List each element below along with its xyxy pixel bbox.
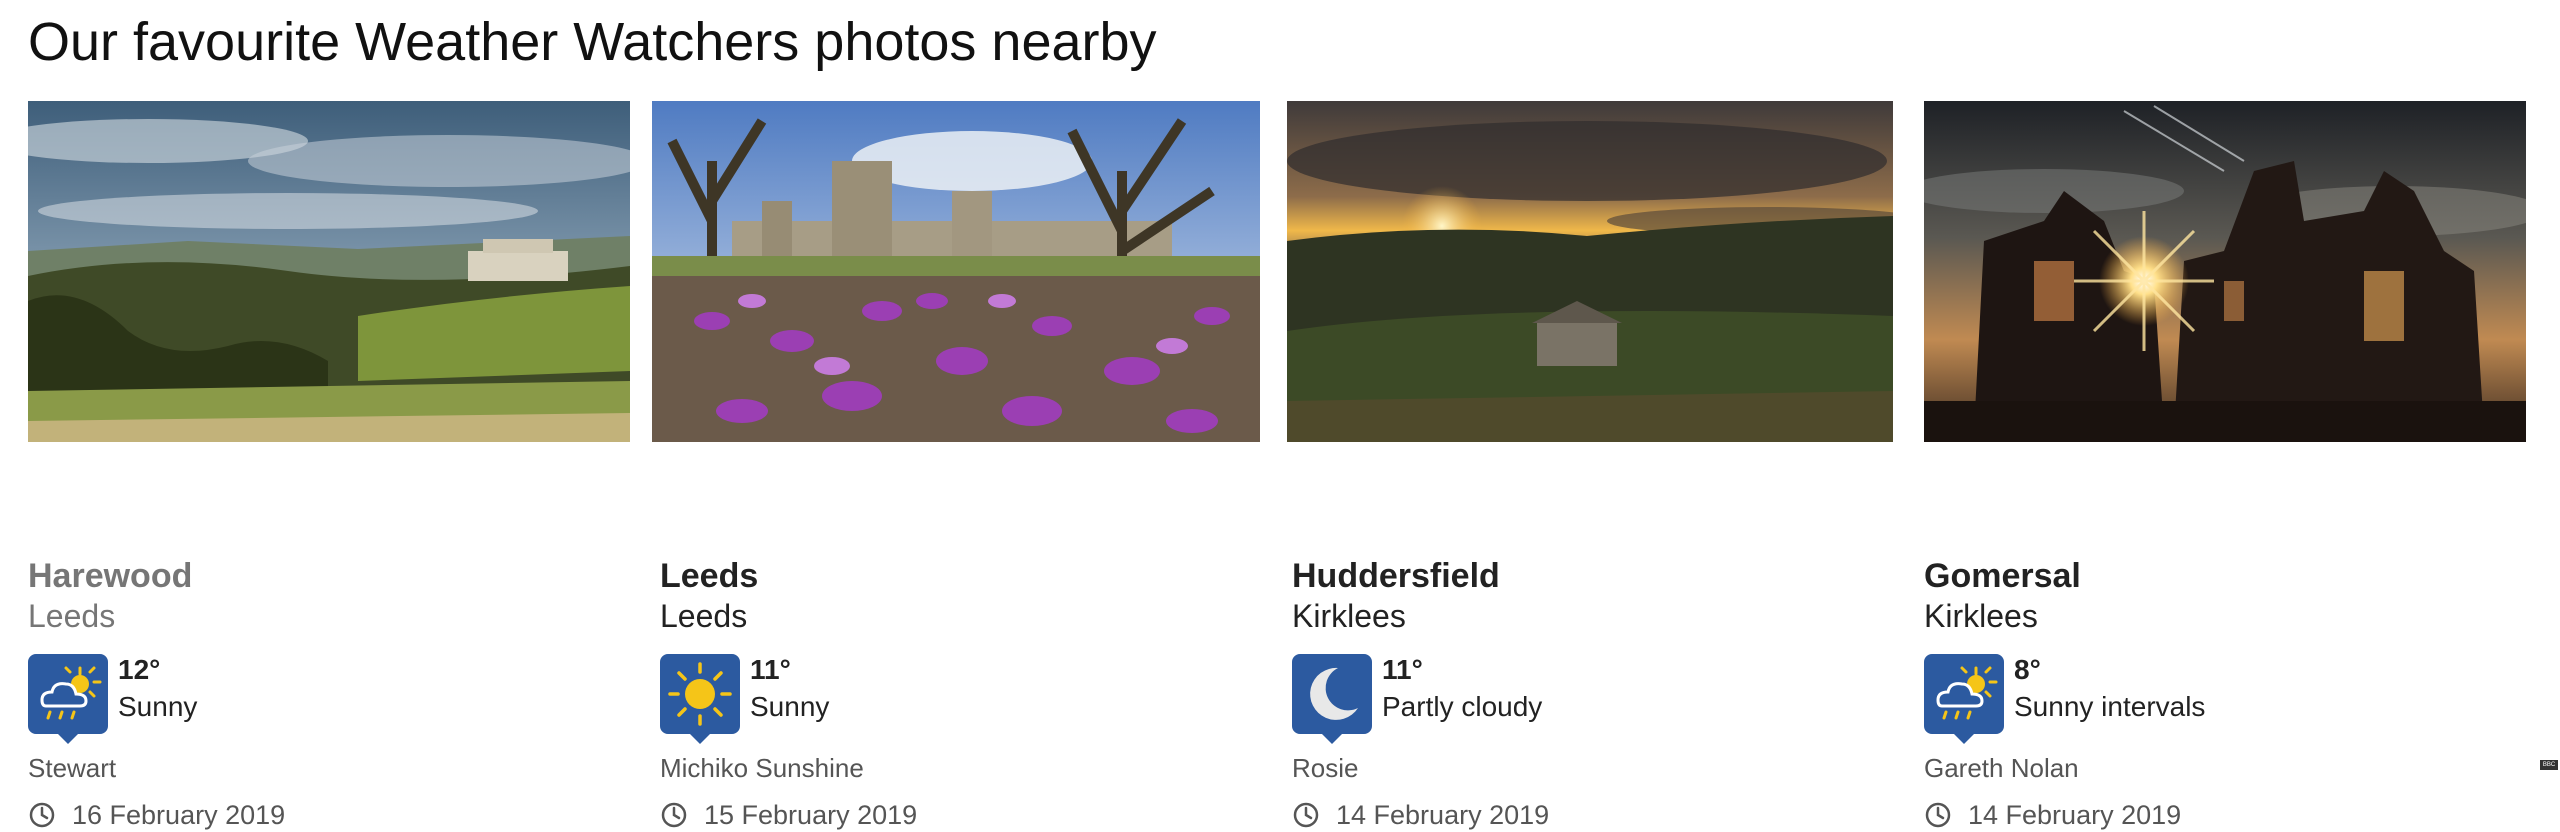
weather-photo[interactable] — [1924, 101, 2526, 442]
weather-photo[interactable] — [1287, 101, 1893, 442]
region-name: Kirklees — [1924, 598, 2038, 634]
temperature: 11° — [750, 654, 791, 685]
photo-date: 14 February 2019 — [1968, 800, 2182, 830]
temperature: 12° — [118, 654, 161, 685]
region-name: Leeds — [660, 598, 748, 634]
place-name[interactable]: Leeds — [660, 556, 758, 596]
clock-icon — [661, 802, 687, 828]
clock-icon — [1925, 802, 1951, 828]
photo-card-harewood[interactable]: Harewood Leeds 12° Sunny Stewart 16 Febr… — [28, 101, 630, 830]
weather-condition: Sunny — [118, 691, 198, 722]
weather-photo[interactable] — [28, 101, 630, 442]
section-title: Our favourite Weather Watchers photos ne… — [28, 12, 1157, 72]
photo-author: Gareth Nolan — [1924, 753, 2079, 783]
photo-date: 14 February 2019 — [1336, 800, 1550, 830]
sunny-intervals-icon — [1924, 654, 2004, 744]
temperature: 8° — [2014, 654, 2041, 685]
sunny-intervals-icon — [28, 654, 108, 744]
region-name: Kirklees — [1292, 598, 1406, 634]
clock-icon — [1293, 802, 1319, 828]
photo-card-leeds[interactable]: Leeds Leeds 11° Sunny Michiko Sunshine 1… — [652, 101, 1260, 830]
sun-icon — [660, 654, 740, 744]
photo-author: Rosie — [1292, 753, 1359, 783]
weather-condition: Partly cloudy — [1382, 691, 1543, 722]
photo-date: 15 February 2019 — [704, 800, 918, 830]
place-name[interactable]: Huddersfield — [1292, 556, 1500, 596]
photo-card-huddersfield[interactable]: Huddersfield Kirklees 11° Partly cloudy … — [1287, 101, 1893, 830]
weather-condition: Sunny — [750, 691, 830, 722]
moon-icon — [1292, 654, 1372, 744]
clock-icon — [29, 802, 55, 828]
photo-author: Stewart — [28, 753, 117, 783]
photo-author: Michiko Sunshine — [660, 753, 864, 783]
weather-photo[interactable] — [652, 101, 1260, 442]
photo-card-gomersal[interactable]: Gomersal Kirklees 8° Sunny intervals Gar… — [1924, 101, 2526, 830]
place-name[interactable]: Harewood — [28, 556, 192, 596]
weather-condition: Sunny intervals — [2014, 691, 2206, 722]
bbc-logo: BBC — [2540, 760, 2558, 770]
region-name: Leeds — [28, 598, 116, 634]
temperature: 11° — [1382, 654, 1423, 685]
photo-date: 16 February 2019 — [72, 800, 286, 830]
place-name[interactable]: Gomersal — [1924, 556, 2081, 596]
